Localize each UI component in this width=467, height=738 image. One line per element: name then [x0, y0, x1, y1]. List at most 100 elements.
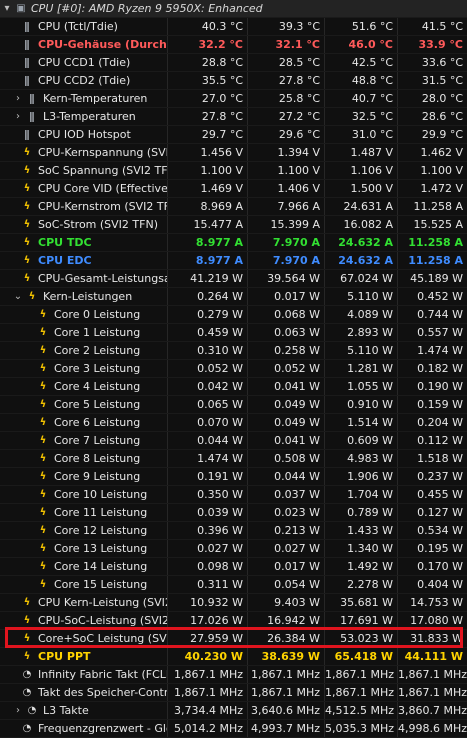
chevron-down-icon[interactable]: ▾	[2, 0, 12, 17]
sensor-row[interactable]: ǁ CPU CCD2 (Tdie) 35.5 °C 27.8 °C 48.8 °C 31.…	[0, 72, 467, 90]
avg-value: 11.258 A	[397, 198, 467, 215]
sensor-row[interactable]: ϟ Core 4 Leistung 0.042 W 0.041 W 1.055 W 0.1…	[0, 378, 467, 396]
sensor-row[interactable]: ϟ Core 5 Leistung 0.065 W 0.049 W 0.910 W 0.1…	[0, 396, 467, 414]
current-value: 27.0 °C	[167, 90, 247, 107]
sensor-name-cell: › ǁ L3-Temperaturen	[0, 108, 167, 125]
sensor-label: CPU Core VID (Effective)	[38, 182, 167, 195]
current-value: 29.7 °C	[167, 126, 247, 143]
bolt-icon: ϟ	[39, 435, 47, 446]
thermometer-icon: ǁ	[24, 74, 30, 87]
bolt-icon: ϟ	[39, 309, 47, 320]
sensor-label: Frequenzgrenzwert - Global	[38, 722, 167, 735]
max-value: 2.278 W	[324, 576, 397, 593]
min-value: 1,867.1 MHz	[247, 666, 324, 683]
sensor-row[interactable]: ǁ CPU-Gehäuse (Durchschnitt)32.2 °C32.1 °…	[0, 36, 467, 54]
sensor-row[interactable]: ϟ Core 2 Leistung 0.310 W 0.258 W 5.110 W 1.4…	[0, 342, 467, 360]
sensor-label: Kern-Leistungen	[43, 290, 133, 303]
avg-value: 11.258 A	[397, 234, 467, 251]
bolt-icon: ϟ	[39, 417, 47, 428]
sensor-row[interactable]: ϟ Core 14 Leistung 0.098 W 0.017 W 1.492 W 0.…	[0, 558, 467, 576]
bolt-icon: ϟ	[23, 597, 31, 608]
max-value: 5,035.3 MHz	[324, 720, 397, 737]
sensor-label: CPU PPT	[38, 650, 91, 663]
sensor-row[interactable]: ϟ CPU Core VID (Effective) 1.469 V 1.406 V1…	[0, 180, 467, 198]
sensor-row[interactable]: ◔ Infinity Fabric Takt (FCLK) 1,867.1 MHz 1…	[0, 666, 467, 684]
sensor-label: Core 0 Leistung	[54, 308, 141, 321]
sensor-row[interactable]: ◔Frequenzgrenzwert - Global5,014.2 MHz4,…	[0, 720, 467, 738]
sensor-row[interactable]: ⌄ ϟ Kern-Leistungen 0.264 W 0.017 W 5.110 W 0.…	[0, 288, 467, 306]
chevron-right-icon[interactable]: ›	[13, 90, 23, 107]
sensor-row[interactable]: ϟ Core 11 Leistung 0.039 W 0.023 W 0.789 W 0.…	[0, 504, 467, 522]
sensor-row[interactable]: ϟ CPU-Kernstrom (SVI2 TFN)8.969 A7.966 A2…	[0, 198, 467, 216]
sensor-row[interactable]: ǁ CPU IOD Hotspot 29.7 °C 29.6 °C 31.0 °C 29.…	[0, 126, 467, 144]
avg-value: 0.404 W	[397, 576, 467, 593]
min-value: 0.041 W	[247, 432, 324, 449]
avg-value: 1,867.1 MHz	[397, 666, 467, 683]
current-value: 40.3 °C	[167, 18, 247, 35]
sensor-row[interactable]: ϟ CPU EDC 8.977 A 7.970 A 24.632 A 11.258 A	[0, 252, 467, 270]
max-value: 24.631 A	[324, 198, 397, 215]
sensor-row[interactable]: ϟ Core 9 Leistung 0.191 W 0.044 W 1.906 W 0.2…	[0, 468, 467, 486]
sensor-row[interactable]: ϟ CPU-Gesamt-Leistungsaufnahme41.219 W39.…	[0, 270, 467, 288]
max-value: 24.632 A	[324, 252, 397, 269]
avg-value: 0.455 W	[397, 486, 467, 503]
sensor-row[interactable]: ϟ CPU TDC 8.977 A 7.970 A 24.632 A 11.258 A	[0, 234, 467, 252]
sensor-name-cell: ǁ CPU IOD Hotspot	[0, 126, 167, 143]
sensor-name-cell: ◔ Frequenzgrenzwert - Global	[0, 720, 167, 737]
thermometer-icon: ǁ	[29, 110, 35, 123]
sensor-row[interactable]: › ◔ L3 Takte 3,734.4 MHz 3,640.6 MHz 4,512.5 …	[0, 702, 467, 720]
sensor-row[interactable]: ϟ Core 13 Leistung 0.027 W 0.027 W 1.340 W 0.…	[0, 540, 467, 558]
min-value: 28.5 °C	[247, 54, 324, 71]
current-value: 0.027 W	[167, 540, 247, 557]
bolt-icon: ϟ	[39, 489, 47, 500]
sensor-row[interactable]: ǁ CPU (Tctl/Tdie) 40.3 °C 39.3 °C 51.6 °C 41.…	[0, 18, 467, 36]
min-value: 0.508 W	[247, 450, 324, 467]
sensor-row[interactable]: › ǁ Kern-Temperaturen 27.0 °C 25.8 °C 40.7 °C…	[0, 90, 467, 108]
chevron-down-icon[interactable]: ⌄	[13, 288, 23, 305]
max-value: 1.340 W	[324, 540, 397, 557]
sensor-row[interactable]: › ǁ L3-Temperaturen 27.8 °C 27.2 °C 32.5 °C 28…	[0, 108, 467, 126]
sensor-row[interactable]: ϟ Core 12 Leistung 0.396 W 0.213 W 1.433 W 0.…	[0, 522, 467, 540]
sensor-row[interactable]: ϟ CPU PPT 40.230 W 38.639 W 65.418 W 44.111 W	[0, 648, 467, 666]
sensor-row[interactable]: ϟ CPU-Kernspannung (SVI2 TFN)1.456 V1.394…	[0, 144, 467, 162]
current-value: 0.264 W	[167, 288, 247, 305]
avg-value: 3,860.7 MHz	[397, 702, 467, 719]
avg-value: 0.170 W	[397, 558, 467, 575]
bolt-icon: ϟ	[39, 327, 47, 338]
chevron-right-icon[interactable]: ›	[13, 702, 23, 719]
min-value: 27.8 °C	[247, 72, 324, 89]
sensor-row[interactable]: ϟ CPU Kern-Leistung (SVI2 TFN)10.932 W9.4…	[0, 594, 467, 612]
chevron-right-icon[interactable]: ›	[13, 108, 23, 125]
max-value: 24.632 A	[324, 234, 397, 251]
avg-value: 0.534 W	[397, 522, 467, 539]
current-value: 40.230 W	[167, 648, 247, 665]
sensor-row[interactable]: ϟ Core 7 Leistung 0.044 W 0.041 W 0.609 W 0.1…	[0, 432, 467, 450]
bolt-icon: ϟ	[39, 579, 47, 590]
sensor-row[interactable]: ◔Takt des Speicher-Controllers (UCLK)1,8…	[0, 684, 467, 702]
min-value: 1,867.1 MHz	[247, 684, 324, 701]
sensor-row[interactable]: ϟ Core 10 Leistung 0.350 W 0.037 W 1.704 W 0.…	[0, 486, 467, 504]
min-value: 27.2 °C	[247, 108, 324, 125]
sensor-label: Core 12 Leistung	[54, 524, 148, 537]
sensor-row[interactable]: ϟ Core 8 Leistung 1.474 W 0.508 W 4.983 W 1.5…	[0, 450, 467, 468]
avg-value: 45.189 W	[397, 270, 467, 287]
sensor-row[interactable]: ϟ Core 6 Leistung 0.070 W 0.049 W 1.514 W 0.2…	[0, 414, 467, 432]
sensor-row[interactable]: ϟ Core 3 Leistung 0.052 W 0.052 W 1.281 W 0.1…	[0, 360, 467, 378]
sensor-name-cell: ǁ CPU CCD2 (Tdie)	[0, 72, 167, 89]
avg-value: 1.474 W	[397, 342, 467, 359]
sensor-row[interactable]: ϟ Core 15 Leistung 0.311 W 0.054 W 2.278 W 0.…	[0, 576, 467, 594]
chip-icon: ▣	[16, 3, 26, 14]
sensor-row[interactable]: ϟ Core 1 Leistung 0.459 W 0.063 W 2.893 W 0.5…	[0, 324, 467, 342]
sensor-name-cell: ϟ CPU-Kernstrom (SVI2 TFN)	[0, 198, 167, 215]
sensor-row[interactable]: ϟ Core 0 Leistung 0.279 W 0.068 W 4.089 W 0.7…	[0, 306, 467, 324]
sensor-name-cell: ϟ Core 1 Leistung	[0, 324, 167, 341]
sensor-row[interactable]: ǁ CPU CCD1 (Tdie) 28.8 °C 28.5 °C 42.5 °C 33.…	[0, 54, 467, 72]
section-header[interactable]: ▾ ▣ CPU [#0]: AMD Ryzen 9 5950X: Enhance…	[0, 0, 467, 18]
sensor-name-cell: ϟ CPU PPT	[0, 648, 167, 665]
max-value: 40.7 °C	[324, 90, 397, 107]
sensor-name-cell: ϟ Core 3 Leistung	[0, 360, 167, 377]
sensor-row[interactable]: ϟ SoC Spannung (SVI2 TFN) 1.100 V 1.100 V 1.…	[0, 162, 467, 180]
max-value: 4,512.5 MHz	[324, 702, 397, 719]
sensor-row[interactable]: ϟ SoC-Strom (SVI2 TFN) 15.477 A 15.399 A 16.…	[0, 216, 467, 234]
current-value: 1,867.1 MHz	[167, 666, 247, 683]
